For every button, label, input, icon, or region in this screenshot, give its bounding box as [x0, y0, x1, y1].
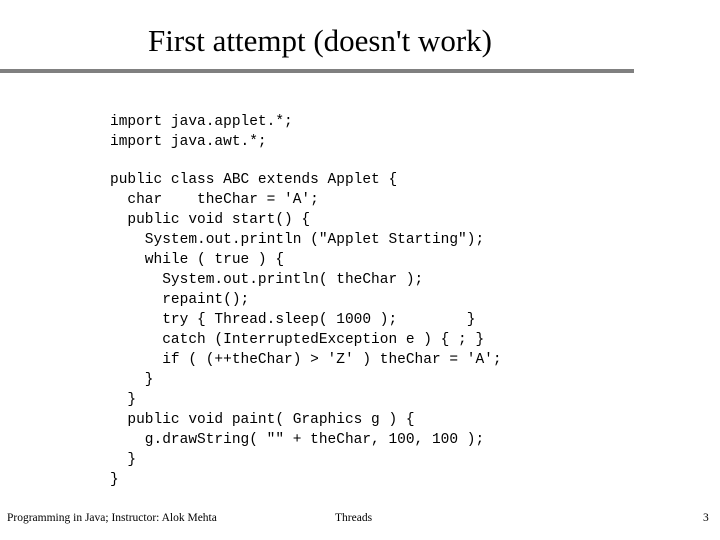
code-line: g.drawString( "" + theChar, 100, 100 ); — [110, 432, 485, 448]
footer-course-info: Programming in Java; Instructor: Alok Me… — [7, 512, 217, 524]
code-line: if ( (++theChar) > 'Z' ) theChar = 'A'; — [110, 352, 502, 368]
code-line: } — [110, 372, 154, 388]
code-line: System.out.println ("Applet Starting"); — [110, 232, 485, 248]
code-line: repaint(); — [110, 292, 250, 308]
footer-page-number: 3 — [703, 512, 709, 524]
code-line: public void paint( Graphics g ) { — [110, 412, 415, 428]
code-block: import java.applet.*; import java.awt.*; … — [110, 112, 502, 490]
code-line: } — [110, 392, 137, 408]
code-line: } — [110, 452, 137, 468]
slide-canvas: First attempt (doesn't work) import java… — [0, 0, 720, 540]
page-title: First attempt (doesn't work) — [148, 23, 492, 58]
code-line: try { Thread.sleep( 1000 ); } — [110, 312, 476, 328]
code-line: import java.applet.*; — [110, 114, 293, 130]
code-line: while ( true ) { — [110, 252, 285, 268]
code-line: System.out.println( theChar ); — [110, 272, 424, 288]
code-line: import java.awt.*; — [110, 134, 267, 150]
slide-footer: Programming in Java; Instructor: Alok Me… — [0, 512, 720, 532]
title-divider-rule — [0, 69, 634, 73]
code-line: } — [110, 472, 119, 488]
code-line: catch (InterruptedException e ) { ; } — [110, 332, 485, 348]
code-line: public void start() { — [110, 212, 311, 228]
code-line: public class ABC extends Applet { — [110, 172, 398, 188]
footer-topic: Threads — [335, 512, 373, 524]
code-line: char theChar = 'A'; — [110, 192, 319, 208]
